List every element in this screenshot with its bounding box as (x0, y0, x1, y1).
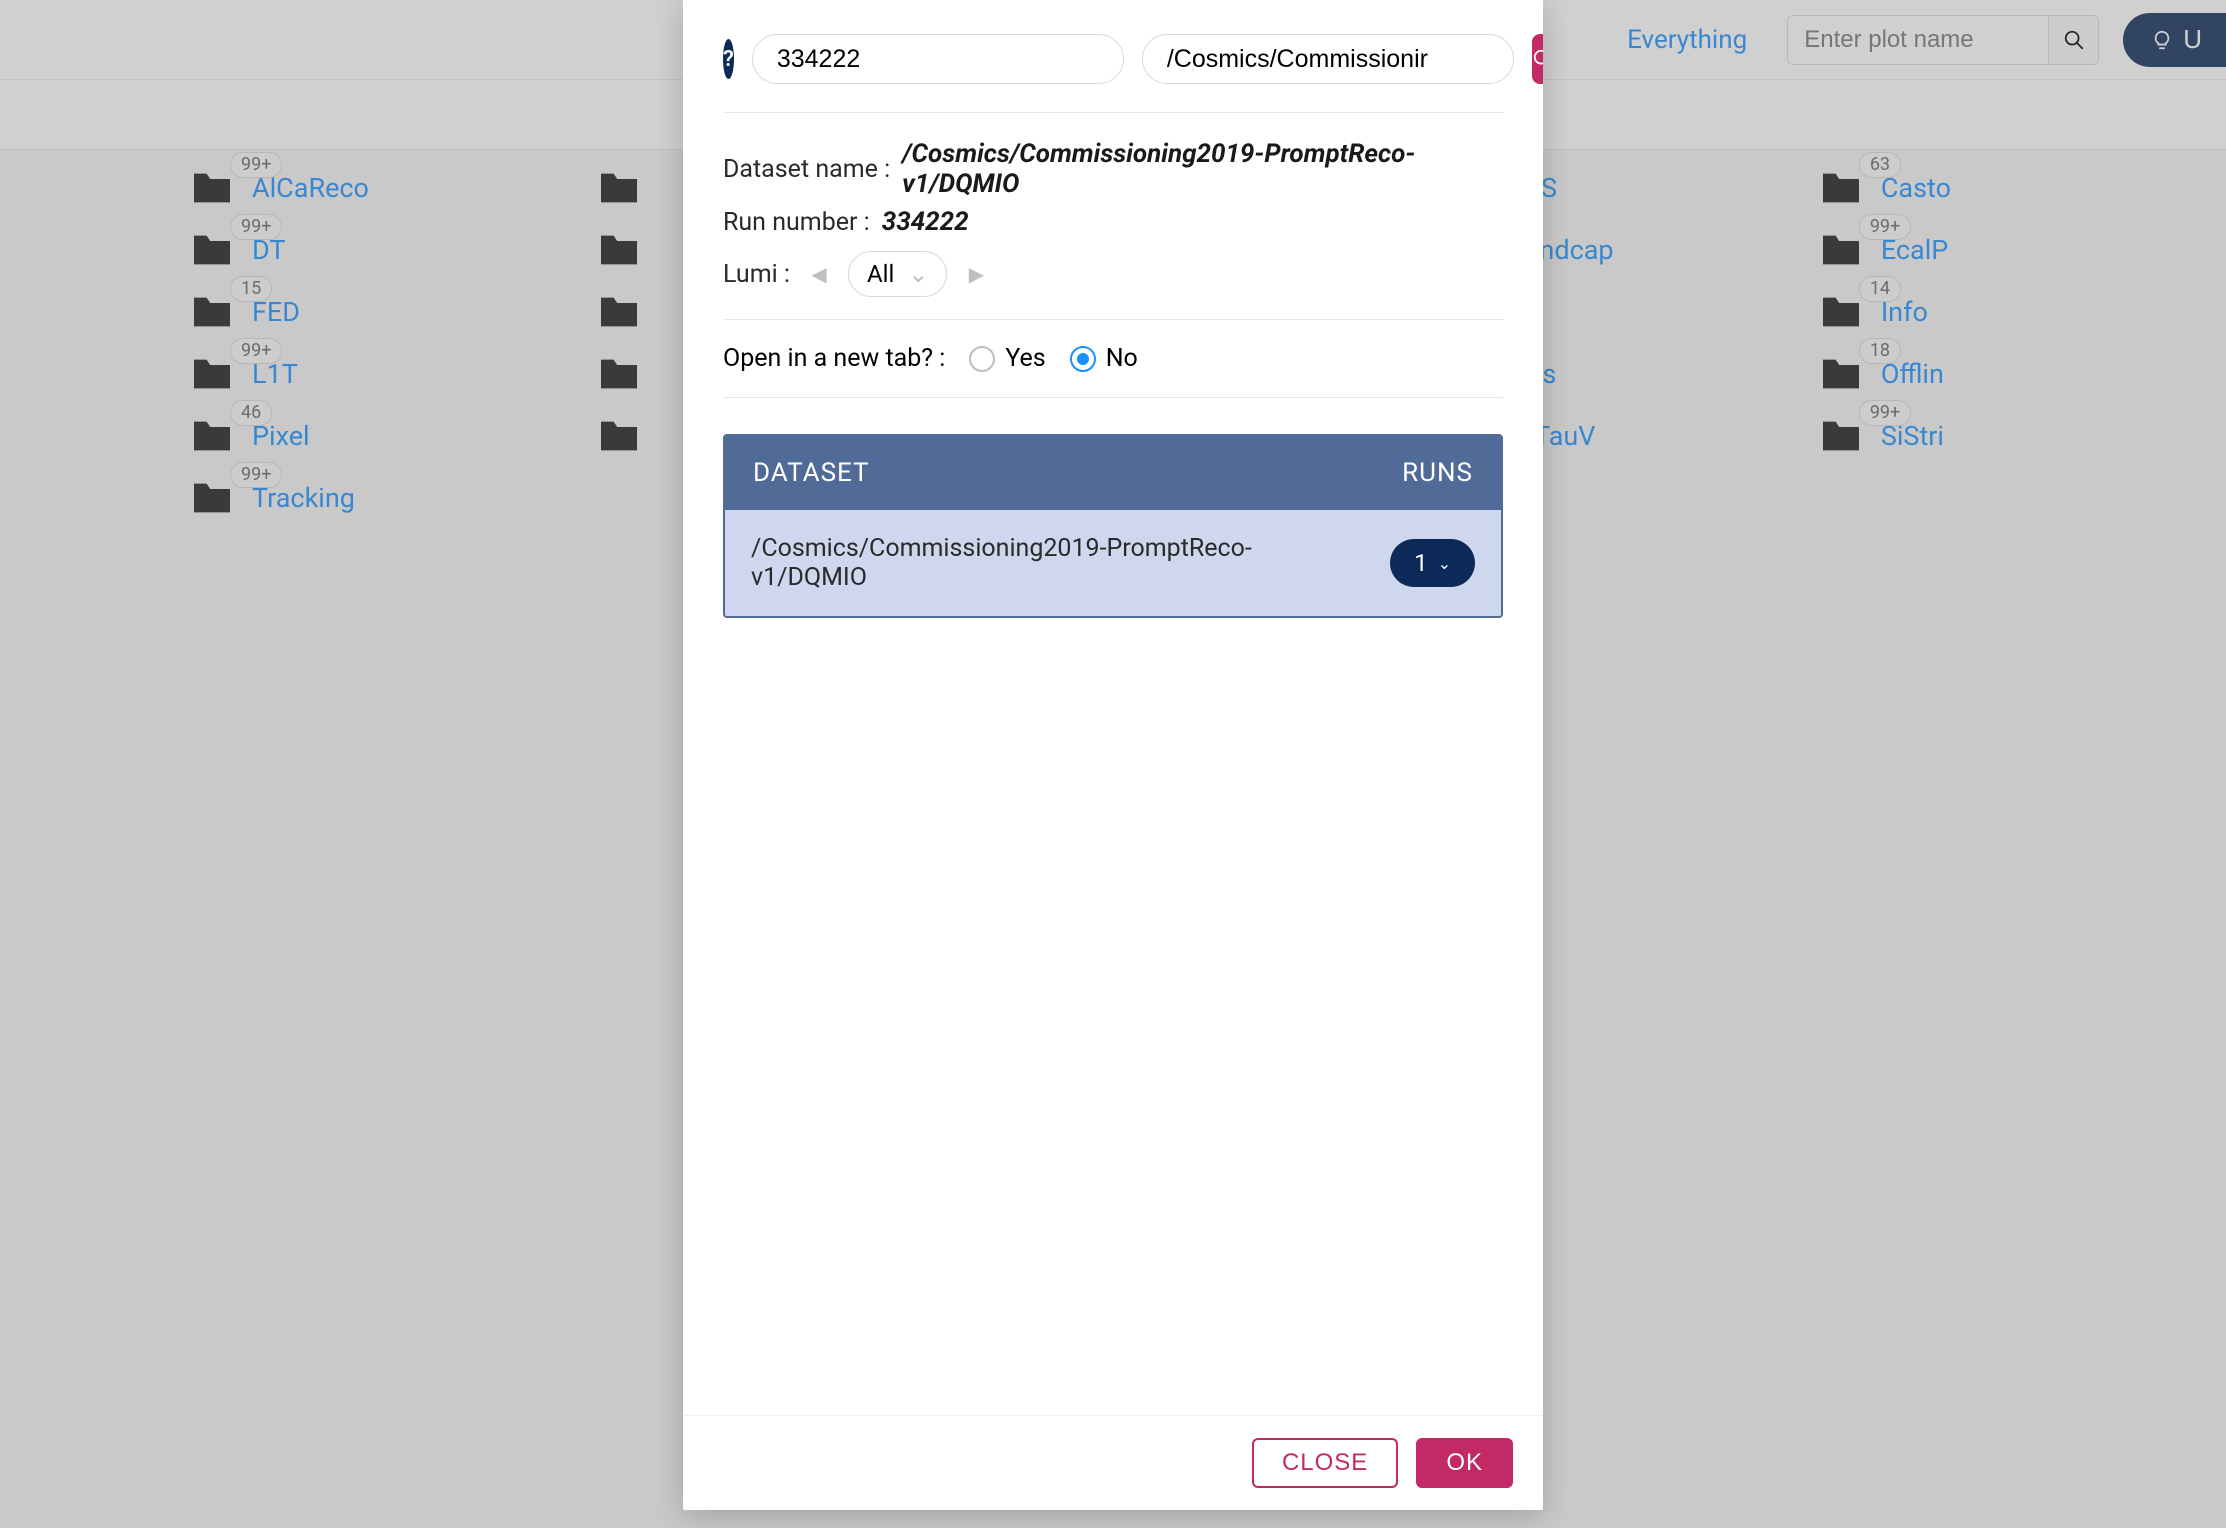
info-block: Dataset name : /Cosmics/Commissioning201… (723, 113, 1503, 320)
newtab-no-radio[interactable]: No (1070, 344, 1138, 373)
search-icon (1532, 48, 1543, 70)
chevron-down-icon: ⌄ (1438, 554, 1451, 573)
lumi-value: All (867, 260, 894, 288)
chevron-down-icon: ⌄ (908, 260, 928, 288)
result-dataset: /Cosmics/Commissioning2019-PromptReco-v1… (751, 534, 1291, 592)
newtab-yes-radio[interactable]: Yes (969, 344, 1045, 373)
dataset-name-value: /Cosmics/Commissioning2019-PromptReco-v1… (902, 139, 1462, 199)
run-number-input[interactable] (752, 34, 1124, 84)
search-row: ? (723, 34, 1503, 113)
search-button[interactable] (1532, 34, 1543, 84)
lumi-label: Lumi : (723, 260, 790, 289)
help-icon[interactable]: ? (723, 39, 734, 79)
newtab-no-label: No (1106, 344, 1138, 373)
run-number-value: 334222 (882, 207, 969, 237)
newtab-label: Open in a new tab? : (723, 344, 945, 373)
runs-pill[interactable]: 1⌄ (1390, 539, 1475, 587)
runs-count: 1 (1414, 549, 1428, 577)
newtab-yes-label: Yes (1005, 344, 1045, 373)
results-table: DATASET RUNS /Cosmics/Commissioning2019-… (723, 434, 1503, 618)
lumi-select[interactable]: All ⌄ (848, 251, 947, 297)
dataset-name-label: Dataset name : (723, 155, 890, 184)
ok-button[interactable]: OK (1416, 1438, 1513, 1488)
results-head-runs: RUNS (1402, 458, 1473, 488)
run-number-label: Run number : (723, 208, 870, 237)
results-head-dataset: DATASET (753, 458, 870, 488)
newtab-row: Open in a new tab? : Yes No (723, 320, 1503, 398)
lumi-prev-button[interactable]: ◀ (802, 257, 836, 291)
dataset-input[interactable] (1142, 34, 1514, 84)
lumi-next-button[interactable]: ▶ (959, 257, 993, 291)
modal-footer: CLOSE OK (683, 1415, 1543, 1510)
close-button[interactable]: CLOSE (1252, 1438, 1398, 1488)
results-row: /Cosmics/Commissioning2019-PromptReco-v1… (725, 510, 1501, 616)
search-modal: ? Dataset name : /Cosmics/Commissioning2… (683, 0, 1543, 1510)
